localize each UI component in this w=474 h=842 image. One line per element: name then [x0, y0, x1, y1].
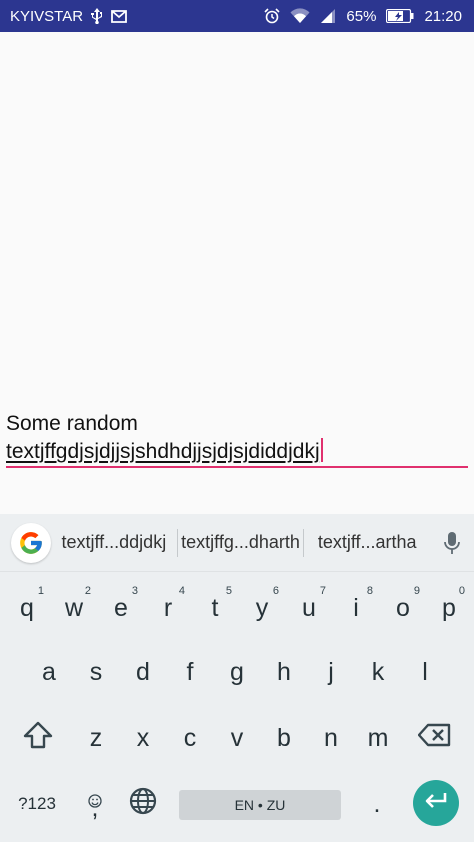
key-p[interactable]: p0 — [427, 578, 471, 638]
text-line-2: textjffgdjsjdjjsjshdhdjjsjdjsjdiddjdkj — [6, 438, 468, 466]
key-m[interactable]: m — [355, 708, 401, 768]
key-row-3: z x c v b n m — [0, 708, 474, 768]
key-k[interactable]: k — [355, 642, 401, 702]
clock: 21:20 — [424, 7, 462, 25]
alarm-icon — [264, 8, 280, 24]
key-t[interactable]: t5 — [192, 578, 238, 638]
shift-key[interactable] — [8, 708, 68, 768]
period-key[interactable]: . — [354, 774, 400, 834]
key-row-2: a s d f g h j k l — [0, 642, 474, 702]
status-bar: KYIVSTAR 65% 21:20 — [0, 0, 474, 32]
enter-icon — [424, 792, 448, 814]
mic-icon[interactable] — [430, 531, 474, 555]
key-a[interactable]: a — [26, 642, 72, 702]
key-f[interactable]: f — [167, 642, 213, 702]
carrier-name: KYIVSTAR — [10, 7, 84, 25]
key-y[interactable]: y6 — [239, 578, 285, 638]
backspace-icon — [417, 723, 452, 754]
key-i[interactable]: i8 — [333, 578, 379, 638]
comma-label: , — [91, 794, 99, 822]
usb-icon — [91, 8, 103, 24]
enter-key[interactable] — [413, 780, 459, 826]
key-r[interactable]: r4 — [145, 578, 191, 638]
key-n[interactable]: n — [308, 708, 354, 768]
text-input-field[interactable]: Some random textjffgdjsjdjjsjshdhdjjsjdj… — [6, 410, 468, 466]
key-c[interactable]: c — [167, 708, 213, 768]
wifi-icon — [290, 8, 310, 24]
globe-icon — [129, 787, 157, 822]
key-j[interactable]: j — [308, 642, 354, 702]
key-e[interactable]: e3 — [98, 578, 144, 638]
key-row-4: ?123 , EN • ZU . — [0, 774, 474, 834]
comma-emoji-key[interactable]: , — [72, 774, 118, 834]
suggestion-3[interactable]: textjff...artha — [304, 532, 430, 553]
key-u[interactable]: u7 — [286, 578, 332, 638]
key-z[interactable]: z — [73, 708, 119, 768]
key-w[interactable]: w2 — [51, 578, 97, 638]
key-l[interactable]: l — [402, 642, 448, 702]
key-h[interactable]: h — [261, 642, 307, 702]
key-q[interactable]: q1 — [4, 578, 50, 638]
text-cursor — [320, 438, 323, 462]
language-key[interactable] — [120, 774, 166, 834]
key-g[interactable]: g — [214, 642, 260, 702]
suggestion-1[interactable]: textjff...ddjdkj — [51, 532, 177, 553]
text-field-underline — [6, 466, 468, 468]
key-x[interactable]: x — [120, 708, 166, 768]
battery-percent: 65% — [346, 7, 377, 25]
key-v[interactable]: v — [214, 708, 260, 768]
key-row-1: q1 w2 e3 r4 t5 y6 u7 i8 o9 p0 — [0, 578, 474, 638]
composing-word: textjffgdjsjdjjsjshdhdjjsjdjsjdiddjdkj — [6, 440, 320, 463]
suggestion-2[interactable]: textjffg...dharth — [178, 532, 304, 553]
key-b[interactable]: b — [261, 708, 307, 768]
key-d[interactable]: d — [120, 642, 166, 702]
symbols-key[interactable]: ?123 — [4, 774, 70, 834]
mail-icon — [111, 9, 127, 23]
shift-icon — [23, 721, 53, 756]
soft-keyboard: textjff...ddjdkj textjffg...dharth textj… — [0, 514, 474, 842]
key-s[interactable]: s — [73, 642, 119, 702]
google-logo-icon[interactable] — [11, 522, 51, 563]
backspace-key[interactable] — [405, 708, 465, 768]
signal-icon — [320, 8, 336, 24]
space-key[interactable]: EN • ZU — [179, 790, 341, 820]
text-line-1: Some random — [6, 412, 138, 435]
suggestion-bar: textjff...ddjdkj textjffg...dharth textj… — [0, 514, 474, 572]
battery-icon — [386, 9, 414, 23]
key-o[interactable]: o9 — [380, 578, 426, 638]
